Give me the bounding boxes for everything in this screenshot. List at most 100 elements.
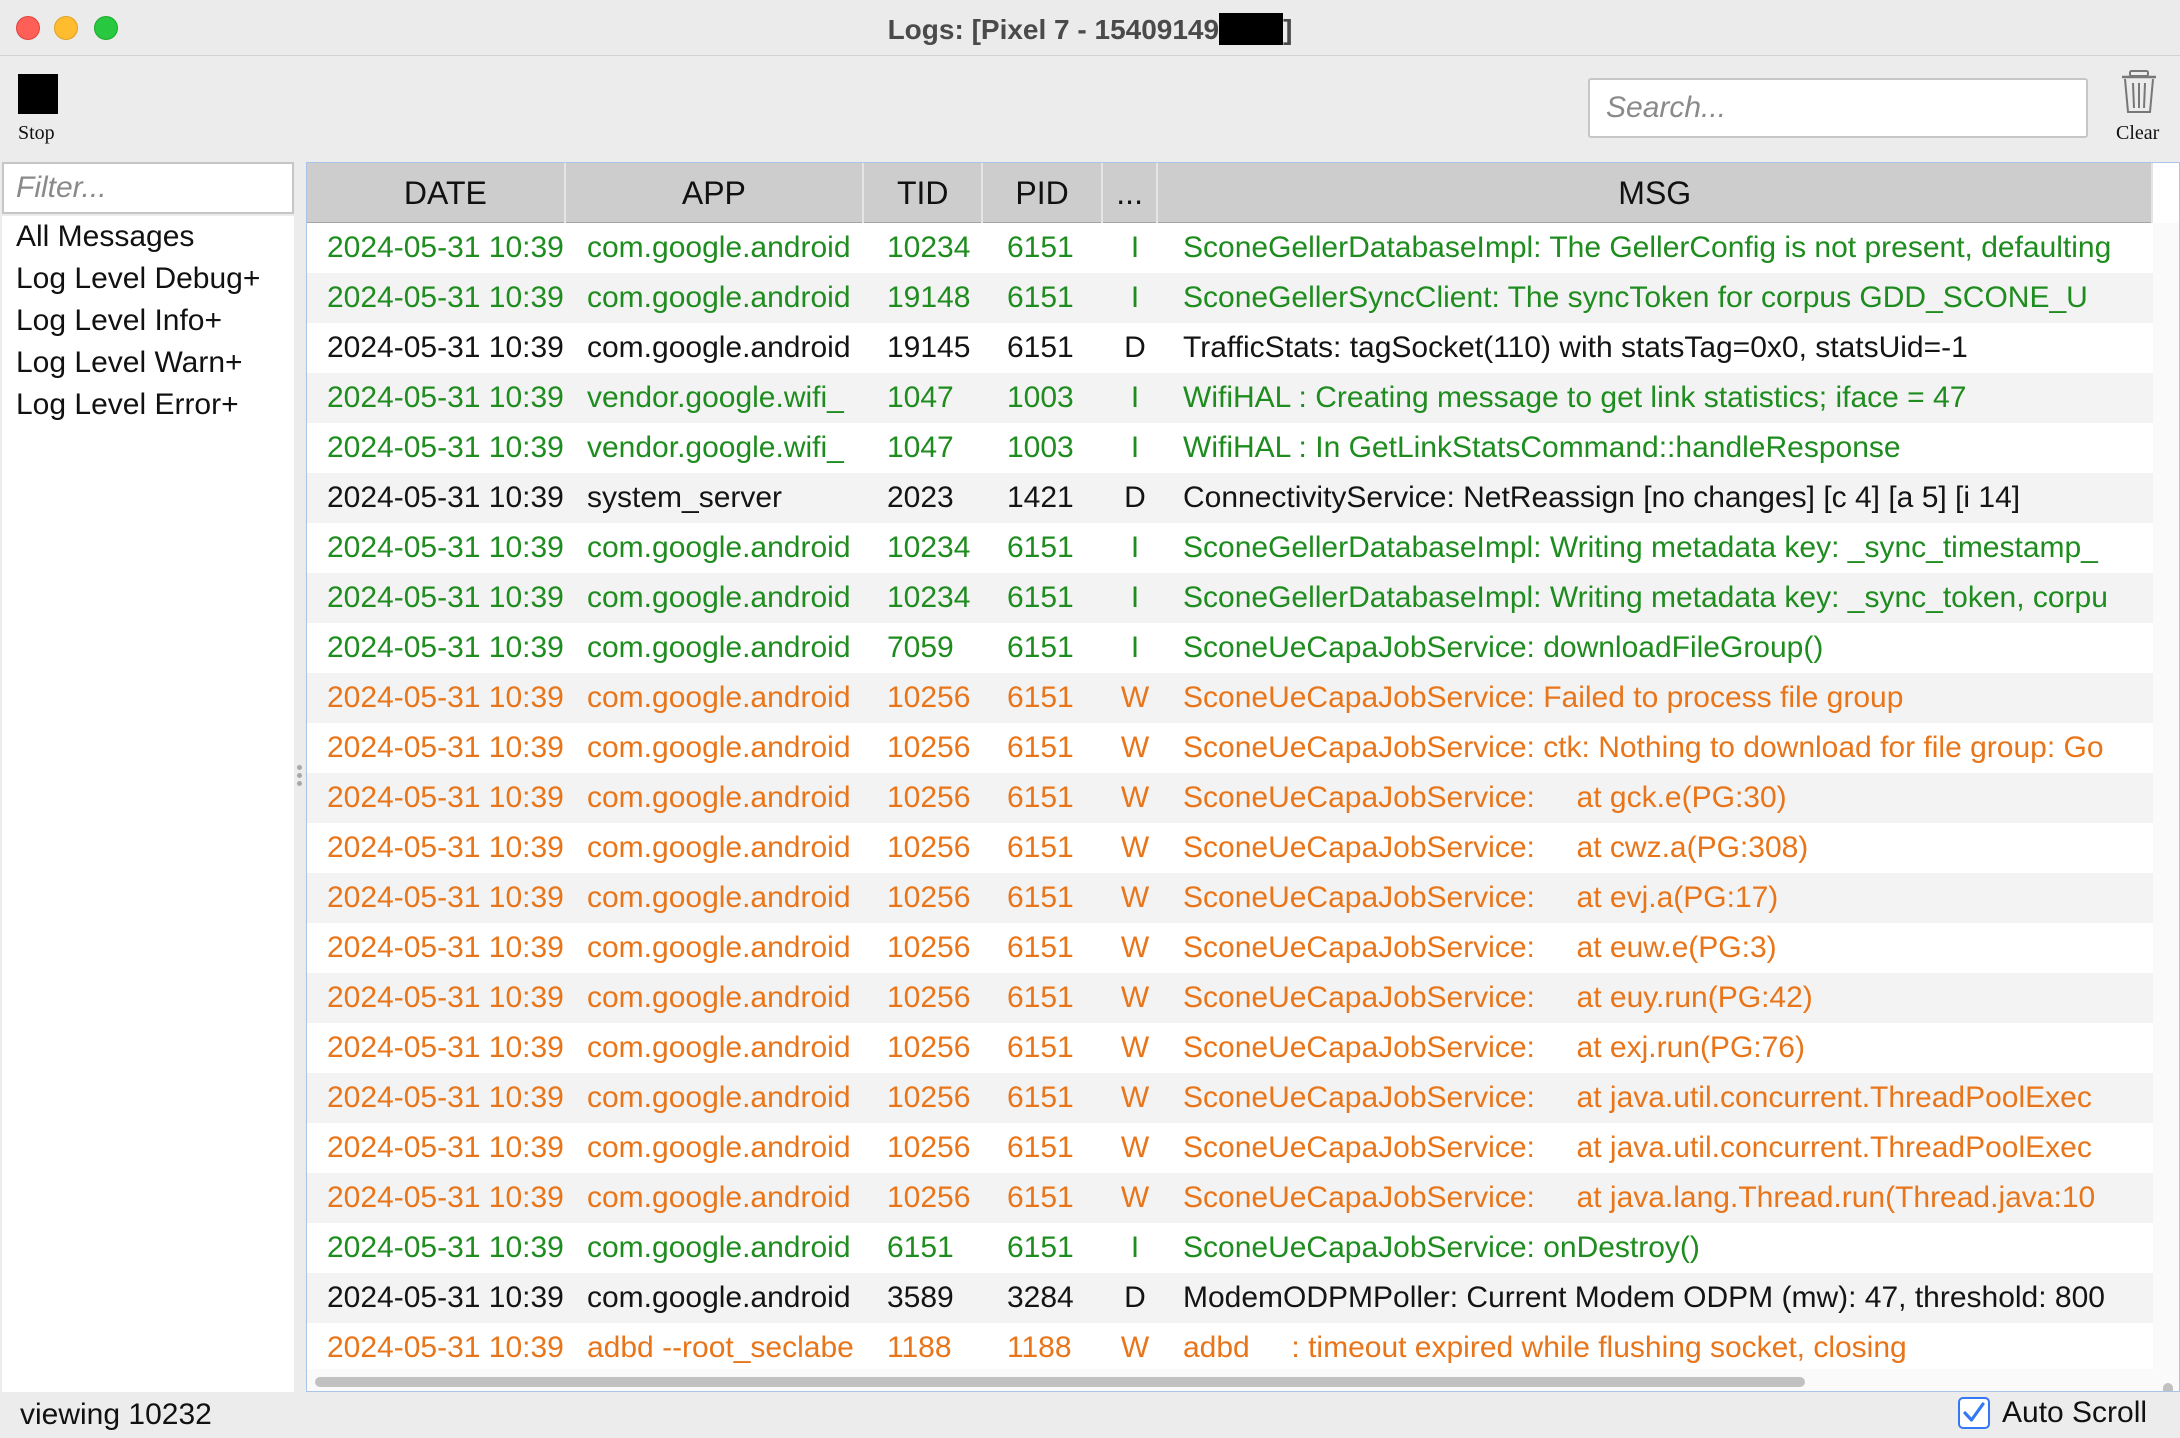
cell-pid: 6151 — [1007, 1181, 1074, 1214]
filter-input[interactable] — [2, 162, 294, 214]
cell-app: com.google.android — [587, 1231, 851, 1264]
cell-app: com.google.android — [587, 881, 851, 914]
cell-msg: ConnectivityService: NetReassign [no cha… — [1183, 481, 2021, 514]
cell-msg: adbd : timeout expired while flushing so… — [1183, 1331, 1907, 1364]
cell-date: 2024-05-31 10:39 — [327, 531, 564, 564]
cell-app: com.google.android — [587, 1031, 851, 1064]
table-row[interactable]: 2024-05-31 10:39 com.google.android 10256 6… — [307, 1173, 2153, 1223]
cell-tid: 1047 — [887, 431, 954, 464]
cell-level: I — [1130, 431, 1140, 464]
table-row[interactable]: 2024-05-31 10:39 vendor.google.wifi_ 1047 1… — [307, 373, 2153, 423]
table-row[interactable]: 2024-05-31 10:39 com.google.android 3589 32… — [307, 1273, 2153, 1323]
sidebar-item-debug[interactable]: Log Level Debug+ — [2, 258, 294, 300]
column-header-level[interactable]: ... — [1103, 163, 1159, 223]
cell-date: 2024-05-31 10:39 — [327, 631, 564, 664]
table-row[interactable]: 2024-05-31 10:39 com.google.android 10256 6… — [307, 973, 2153, 1023]
table-row[interactable]: 2024-05-31 10:39 com.google.android 10256 6… — [307, 1023, 2153, 1073]
cell-level: I — [1130, 231, 1140, 264]
column-header-date[interactable]: DATE — [307, 163, 566, 223]
horizontal-scrollbar[interactable] — [307, 1369, 2153, 1391]
table-row[interactable]: 2024-05-31 10:39 com.google.android 10256 6… — [307, 773, 2153, 823]
cell-app: com.google.android — [587, 231, 851, 264]
cell-tid: 10234 — [887, 531, 971, 564]
table-row[interactable]: 2024-05-31 10:39 com.google.android 6151 61… — [307, 1223, 2153, 1273]
table-row[interactable]: 2024-05-31 10:39 com.google.android 10256 6… — [307, 873, 2153, 923]
cell-date: 2024-05-31 10:39 — [327, 931, 564, 964]
column-header-tid[interactable]: TID — [864, 163, 984, 223]
table-row[interactable]: 2024-05-31 10:39 com.google.android 10256 6… — [307, 923, 2153, 973]
table-row[interactable]: 2024-05-31 10:39 com.google.android 10234 6… — [307, 573, 2153, 623]
column-header-msg[interactable]: MSG — [1158, 163, 2153, 223]
table-row[interactable]: 2024-05-31 10:39 system_server 2023 1421 D Co… — [307, 473, 2153, 523]
cell-pid: 6151 — [1007, 631, 1074, 664]
table-row[interactable]: 2024-05-31 10:39 com.google.android 10234 6… — [307, 223, 2153, 273]
cell-tid: 6151 — [887, 1231, 954, 1264]
auto-scroll-checkbox[interactable] — [1958, 1397, 1990, 1429]
table-row[interactable]: 2024-05-31 10:39 com.google.android 10256 6… — [307, 723, 2153, 773]
cell-msg: SconeUeCapaJobService: at java.util.conc… — [1183, 1081, 2092, 1114]
cell-app: com.google.android — [587, 1131, 851, 1164]
viewing-count: viewing 10232 — [20, 1398, 212, 1431]
column-header-app[interactable]: APP — [566, 163, 865, 223]
table-row[interactable]: 2024-05-31 10:39 adbd --root_seclabe 1188 1… — [307, 1323, 2153, 1373]
column-header-pid[interactable]: PID — [983, 163, 1103, 223]
horizontal-scroll-thumb[interactable] — [315, 1377, 1805, 1387]
cell-pid: 6151 — [1007, 281, 1074, 314]
cell-app: adbd --root_seclabe — [587, 1331, 854, 1364]
window-title: Logs: [Pixel 7 - 15409149] — [0, 13, 2180, 46]
cell-level: W — [1120, 1031, 1150, 1064]
split-pane-handle[interactable] — [294, 762, 304, 802]
checkmark-icon — [1963, 1402, 1985, 1422]
table-row[interactable]: 2024-05-31 10:39 com.google.android 10256 6… — [307, 1123, 2153, 1173]
cell-app: com.google.android — [587, 281, 851, 314]
search-input[interactable] — [1588, 78, 2088, 138]
table-row[interactable]: 2024-05-31 10:39 com.google.android 10256 6… — [307, 673, 2153, 723]
table-row[interactable]: 2024-05-31 10:39 vendor.google.wifi_ 1047 1… — [307, 423, 2153, 473]
cell-date: 2024-05-31 10:39 — [327, 231, 564, 264]
table-row[interactable]: 2024-05-31 10:39 com.google.android 19145 6… — [307, 323, 2153, 373]
cell-level: W — [1120, 781, 1150, 814]
cell-msg: SconeUeCapaJobService: ctk: Nothing to d… — [1183, 731, 2104, 764]
stop-button[interactable]: Stop — [14, 70, 64, 150]
table-row[interactable]: 2024-05-31 10:39 com.google.android 7059 61… — [307, 623, 2153, 673]
sidebar-item-error[interactable]: Log Level Error+ — [2, 384, 294, 426]
cell-pid: 1003 — [1007, 381, 1074, 414]
log-level-list: All Messages Log Level Debug+ Log Level … — [2, 216, 294, 1392]
cell-date: 2024-05-31 10:39 — [327, 731, 564, 764]
cell-msg: SconeUeCapaJobService: at euy.run(PG:42) — [1183, 981, 1813, 1014]
cell-msg: SconeUeCapaJobService: at java.util.conc… — [1183, 1131, 2092, 1164]
table-row[interactable]: 2024-05-31 10:39 com.google.android 10256 6… — [307, 1073, 2153, 1123]
window-title-tail: ] — [1283, 14, 1293, 45]
vertical-scroll-thumb[interactable] — [2163, 1383, 2173, 1391]
cell-date: 2024-05-31 10:39 — [327, 981, 564, 1014]
cell-msg: SconeGellerDatabaseImpl: The GellerConfi… — [1183, 231, 2112, 264]
cell-level: I — [1130, 281, 1140, 314]
cell-app: com.google.android — [587, 781, 851, 814]
sidebar-item-warn[interactable]: Log Level Warn+ — [2, 342, 294, 384]
sidebar-item-all-messages[interactable]: All Messages — [2, 216, 294, 258]
table-header: DATE APP TID PID ... MSG — [307, 163, 2153, 223]
cell-tid: 1188 — [887, 1331, 952, 1364]
cell-level: D — [1124, 331, 1146, 364]
cell-app: com.google.android — [587, 631, 851, 664]
cell-date: 2024-05-31 10:39 — [327, 1331, 564, 1364]
cell-pid: 6151 — [1007, 831, 1074, 864]
cell-msg: SconeUeCapaJobService: at euw.e(PG:3) — [1183, 931, 1777, 964]
cell-pid: 6151 — [1007, 931, 1074, 964]
cell-tid: 2023 — [887, 481, 954, 514]
table-row[interactable]: 2024-05-31 10:39 com.google.android 19148 6… — [307, 273, 2153, 323]
cell-msg: SconeUeCapaJobService: at evj.a(PG:17) — [1183, 881, 1779, 914]
cell-level: I — [1130, 631, 1140, 664]
cell-msg: SconeUeCapaJobService: at gck.e(PG:30) — [1183, 781, 1787, 814]
cell-level: D — [1124, 481, 1146, 514]
cell-msg: SconeUeCapaJobService: onDestroy() — [1183, 1231, 1700, 1264]
cell-pid: 6151 — [1007, 1081, 1074, 1114]
cell-app: com.google.android — [587, 531, 851, 564]
clear-button[interactable]: Clear — [2114, 70, 2174, 146]
table-row[interactable]: 2024-05-31 10:39 com.google.android 10256 6… — [307, 823, 2153, 873]
cell-app: com.google.android — [587, 831, 851, 864]
vertical-scrollbar[interactable] — [2153, 223, 2179, 1391]
auto-scroll-toggle[interactable]: Auto Scroll — [1958, 1396, 2147, 1430]
sidebar-item-info[interactable]: Log Level Info+ — [2, 300, 294, 342]
table-row[interactable]: 2024-05-31 10:39 com.google.android 10234 6… — [307, 523, 2153, 573]
